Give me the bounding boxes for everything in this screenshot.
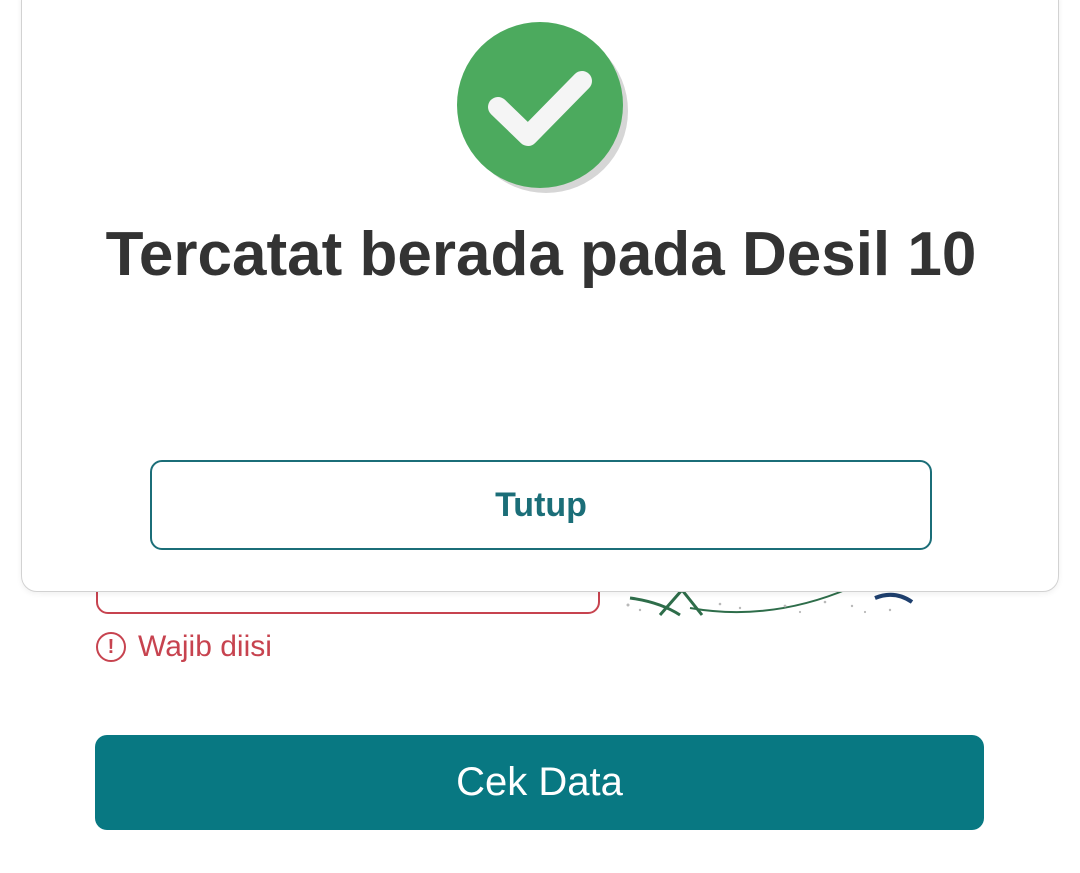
close-button[interactable]: Tutup [150, 460, 932, 550]
modal-title: Tercatat berada pada Desil 10 [105, 220, 977, 289]
validation-error-text: Wajib diisi [138, 630, 272, 663]
page: ! Wajib diisi Cek Data Tercatat berada p… [0, 0, 1080, 873]
result-modal: Tercatat berada pada Desil 10 Tutup [21, 0, 1059, 592]
cek-data-button[interactable]: Cek Data [95, 735, 984, 830]
exclamation-circle-icon: ! [96, 632, 126, 662]
validation-error: ! Wajib diisi [96, 630, 272, 664]
check-circle-icon [454, 19, 634, 199]
